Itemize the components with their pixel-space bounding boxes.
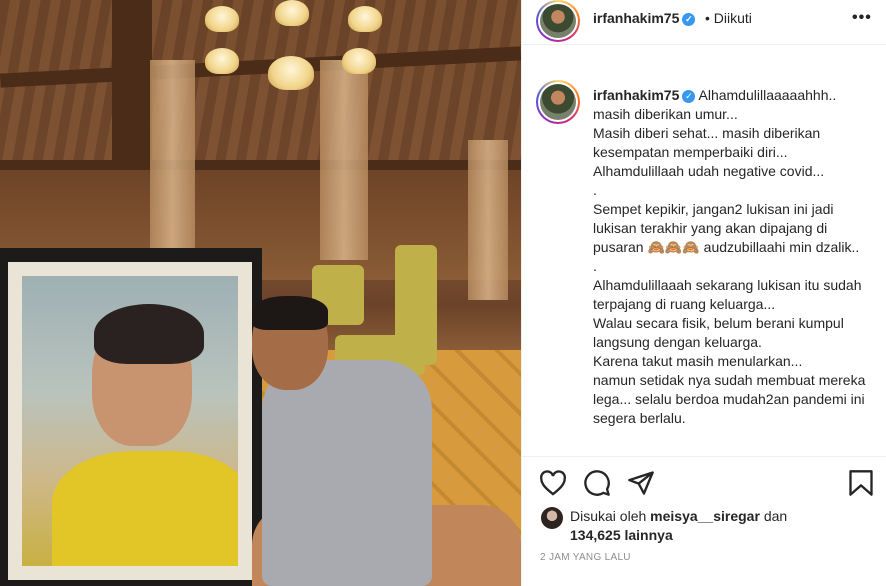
caption-avatar[interactable] — [536, 80, 580, 124]
caption-line: . — [593, 258, 597, 274]
header-divider — [522, 44, 886, 45]
actions-divider — [522, 456, 886, 457]
follow-status[interactable]: • Diikuti — [705, 10, 752, 26]
caption-line: Masih diberi sehat... masih diberikan ke… — [593, 125, 821, 160]
panel-divider — [521, 0, 522, 586]
caption-line: Alhamdulillaaah sekarang lukisan itu sud… — [593, 277, 862, 312]
photo-person-hair — [252, 296, 328, 330]
caption-line: Alhamdulillaah udah negative covid... — [593, 163, 825, 179]
photo-curtain — [150, 60, 195, 250]
comment-icon[interactable] — [583, 469, 611, 497]
caption-line: Walau secara fisik, belum berani kumpul … — [593, 315, 844, 350]
post-caption: irfanhakim75 ✓ Alhamdulillaaaaahhh.. masi… — [593, 86, 868, 428]
verified-badge-icon: ✓ — [682, 90, 696, 103]
send-icon[interactable] — [627, 469, 655, 497]
caption-line: Sempet kepikir, jangan2 lukisan ini jadi… — [593, 201, 860, 255]
more-options-icon[interactable]: ••• — [852, 9, 872, 27]
verified-badge-icon: ✓ — [682, 13, 696, 26]
likes-count[interactable]: 134,625 lainnya — [570, 527, 673, 543]
author-username[interactable]: irfanhakim75 — [593, 10, 679, 26]
caption-line: . — [593, 182, 597, 198]
caption-username[interactable]: irfanhakim75 — [593, 87, 679, 103]
photo-person-body — [262, 360, 432, 586]
likes-prefix: Disukai oleh — [570, 508, 647, 524]
post-timestamp[interactable]: 2 JAM YANG LALU — [540, 552, 631, 563]
post-photo[interactable] — [0, 0, 521, 586]
liker-username[interactable]: meisya__siregar — [650, 508, 760, 524]
post-author-header[interactable]: irfanhakim75 ✓ — [593, 10, 696, 26]
likes-connector: dan — [763, 508, 788, 524]
author-avatar[interactable] — [536, 0, 580, 42]
caption-line: Karena takut masih menularkan... — [593, 353, 803, 369]
heart-icon[interactable] — [539, 470, 567, 496]
bookmark-icon[interactable] — [848, 469, 874, 497]
liker-avatar[interactable] — [541, 507, 563, 529]
portrait-painting — [22, 276, 238, 566]
photo-curtain — [468, 140, 508, 300]
chandelier — [200, 0, 400, 120]
photo-chair — [395, 245, 437, 365]
likes-summary: Disukai oleh meisya__siregar dan 134,625… — [570, 507, 787, 545]
caption-line: namun setidak nya sudah membuat mereka l… — [593, 372, 866, 426]
photo-beam — [0, 160, 521, 170]
